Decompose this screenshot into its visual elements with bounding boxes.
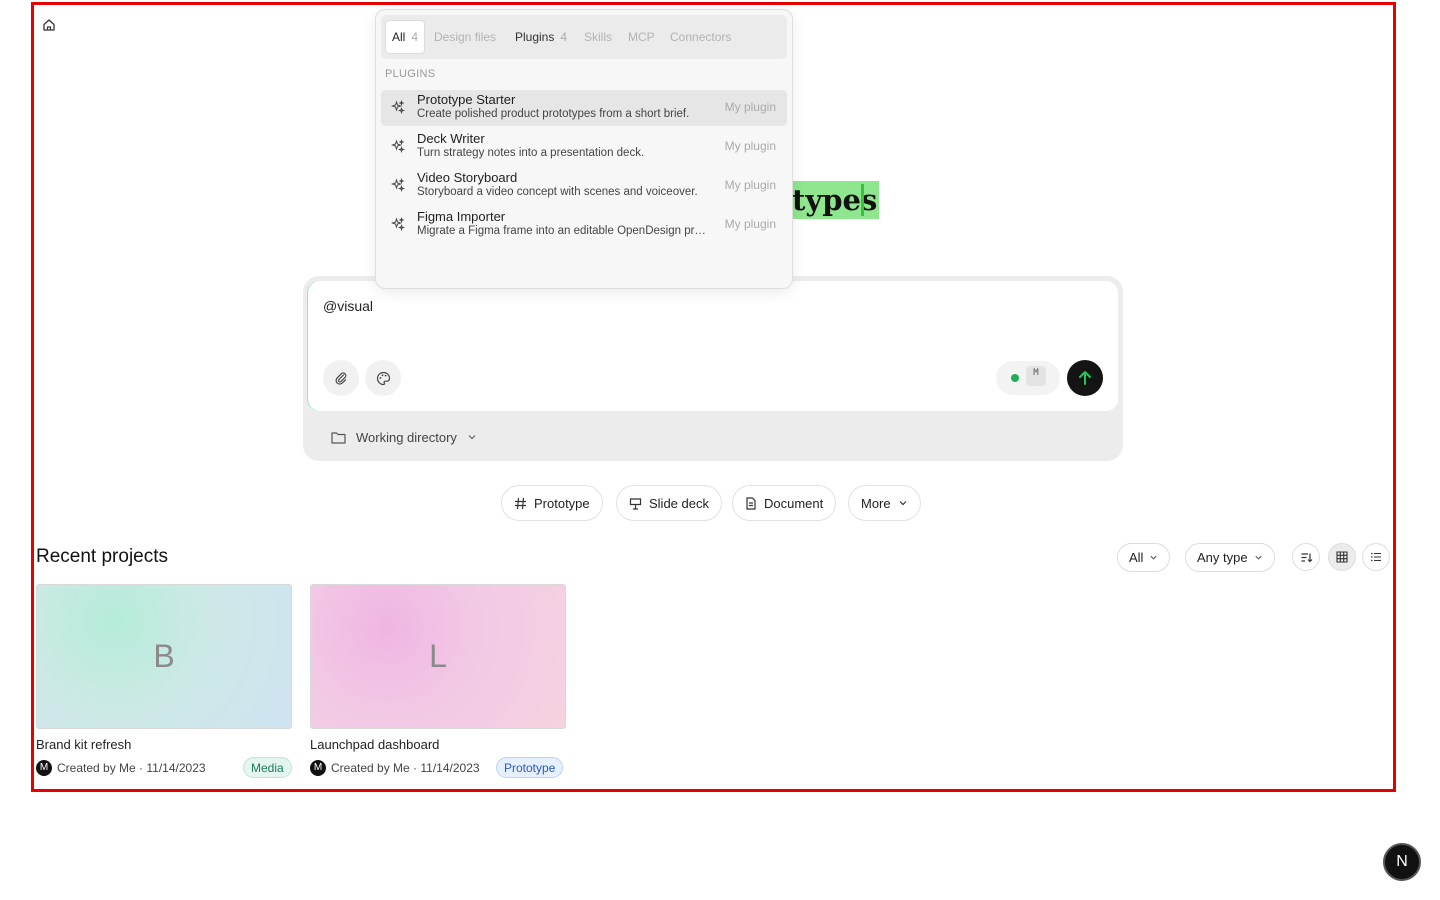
slide-deck-chip[interactable]: Slide deck xyxy=(616,485,722,521)
design-system-button[interactable] xyxy=(365,360,401,396)
slide-deck-chip-label: Slide deck xyxy=(649,495,709,511)
tab-design-files-label: Design files xyxy=(434,30,497,44)
arrow-up-icon xyxy=(1079,371,1091,385)
chevron-down-icon xyxy=(1150,555,1158,560)
tab-all-count: 4 xyxy=(411,30,419,44)
plugin-title: Deck Writer xyxy=(417,131,485,146)
type-filter[interactable]: Any type xyxy=(1185,543,1275,572)
avatar: M xyxy=(310,760,326,776)
text-caret xyxy=(861,184,864,216)
hash-icon xyxy=(515,497,526,509)
scope-filter-label: All xyxy=(1129,550,1144,565)
grid-icon xyxy=(1336,551,1348,563)
tab-connectors[interactable]: Connectors xyxy=(664,20,737,54)
sparkle-icon xyxy=(391,139,405,153)
recent-projects-title: Recent projects xyxy=(36,546,169,567)
tab-plugins-label: Plugins xyxy=(515,30,555,44)
nextjs-dev-badge[interactable]: N xyxy=(1383,843,1421,881)
project-meta: M Created by Me · 11/14/2023 xyxy=(36,760,206,776)
tab-mcp-label: MCP xyxy=(628,30,655,44)
tab-mcp[interactable]: MCP xyxy=(622,20,661,54)
project-thumbnail[interactable]: B xyxy=(36,584,292,729)
plugin-tag: My plugin xyxy=(724,139,776,153)
hero-title-highlight: types xyxy=(792,181,880,219)
document-icon xyxy=(746,496,756,510)
project-type-badge: Media xyxy=(243,757,292,778)
plugin-title: Prototype Starter xyxy=(417,92,516,107)
plugin-title: Video Storyboard xyxy=(417,170,518,185)
scope-filter[interactable]: All xyxy=(1117,543,1171,572)
plugin-item-deck-writer[interactable]: Deck Writer Turn strategy notes into a p… xyxy=(381,129,787,165)
project-meta-text: Created by Me · 11/14/2023 xyxy=(331,761,480,775)
document-chip-label: Document xyxy=(764,495,824,511)
project-name[interactable]: Brand kit refresh xyxy=(36,737,131,752)
section-label-plugins: PLUGINS xyxy=(385,68,436,80)
prototype-chip-label: Prototype xyxy=(534,495,590,511)
paperclip-icon xyxy=(335,372,347,385)
status-dot xyxy=(1011,374,1019,382)
project-thumbnail[interactable]: L xyxy=(310,584,566,729)
home-button[interactable] xyxy=(41,17,57,33)
working-directory-selector[interactable]: Working directory xyxy=(331,427,477,447)
plugin-title: Figma Importer xyxy=(417,209,506,224)
project-name[interactable]: Launchpad dashboard xyxy=(310,737,439,752)
tab-all-label: All xyxy=(392,30,406,44)
project-type-badge: Prototype xyxy=(496,757,564,778)
folder-icon xyxy=(331,431,346,444)
sort-icon xyxy=(1301,552,1312,562)
type-filter-label: Any type xyxy=(1197,550,1248,565)
sort-button[interactable] xyxy=(1292,543,1320,571)
plugin-tag: My plugin xyxy=(724,100,776,114)
plugin-tag: My plugin xyxy=(724,217,776,231)
working-directory-label: Working directory xyxy=(356,429,457,445)
avatar: M xyxy=(36,760,52,776)
tab-connectors-label: Connectors xyxy=(670,30,732,44)
prompt-composer[interactable] xyxy=(308,281,1118,411)
tab-skills-label: Skills xyxy=(584,30,613,44)
project-meta-text: Created by Me · 11/14/2023 xyxy=(57,761,206,775)
plugin-tag: My plugin xyxy=(724,178,776,192)
home-icon xyxy=(43,19,55,31)
grid-view-button[interactable] xyxy=(1328,543,1356,571)
more-chip-label: More xyxy=(861,495,891,511)
plugin-item-prototype-starter[interactable]: Prototype Starter Create polished produc… xyxy=(381,90,787,126)
plugin-description: Migrate a Figma frame into an editable O… xyxy=(417,225,709,237)
tab-all[interactable]: All 4 xyxy=(385,20,426,54)
list-view-button[interactable] xyxy=(1362,543,1390,571)
plugin-description: Create polished product prototypes from … xyxy=(417,108,690,120)
prototype-chip[interactable]: Prototype xyxy=(501,485,603,521)
plugin-description: Storyboard a video concept with scenes a… xyxy=(417,186,698,198)
project-meta: M Created by Me · 11/14/2023 xyxy=(310,760,480,776)
tab-plugins[interactable]: Plugins 4 xyxy=(509,20,573,54)
palette-icon xyxy=(376,371,390,385)
plugin-item-figma-importer[interactable]: Figma Importer Migrate a Figma frame int… xyxy=(381,207,787,243)
attach-button[interactable] xyxy=(323,360,359,396)
send-button[interactable] xyxy=(1067,360,1103,396)
plugin-item-video-storyboard[interactable]: Video Storyboard Storyboard a video conc… xyxy=(381,168,787,204)
sparkle-icon xyxy=(391,100,405,114)
document-chip[interactable]: Document xyxy=(732,485,837,521)
more-chip[interactable]: More xyxy=(848,485,921,521)
chevron-down-icon xyxy=(899,501,907,506)
plugin-description: Turn strategy notes into a presentation … xyxy=(417,147,645,159)
list-icon xyxy=(1371,552,1381,562)
tab-plugins-count: 4 xyxy=(560,30,568,44)
tab-design-files[interactable]: Design files xyxy=(428,20,502,54)
tab-skills[interactable]: Skills xyxy=(578,20,618,54)
sparkle-icon xyxy=(391,178,405,192)
sparkle-icon xyxy=(391,217,405,231)
chevron-down-icon xyxy=(468,435,476,440)
easel-icon xyxy=(629,497,642,510)
model-badge: M xyxy=(1026,366,1046,386)
chevron-down-icon xyxy=(1255,555,1262,560)
prompt-input[interactable]: @visual xyxy=(323,298,373,314)
